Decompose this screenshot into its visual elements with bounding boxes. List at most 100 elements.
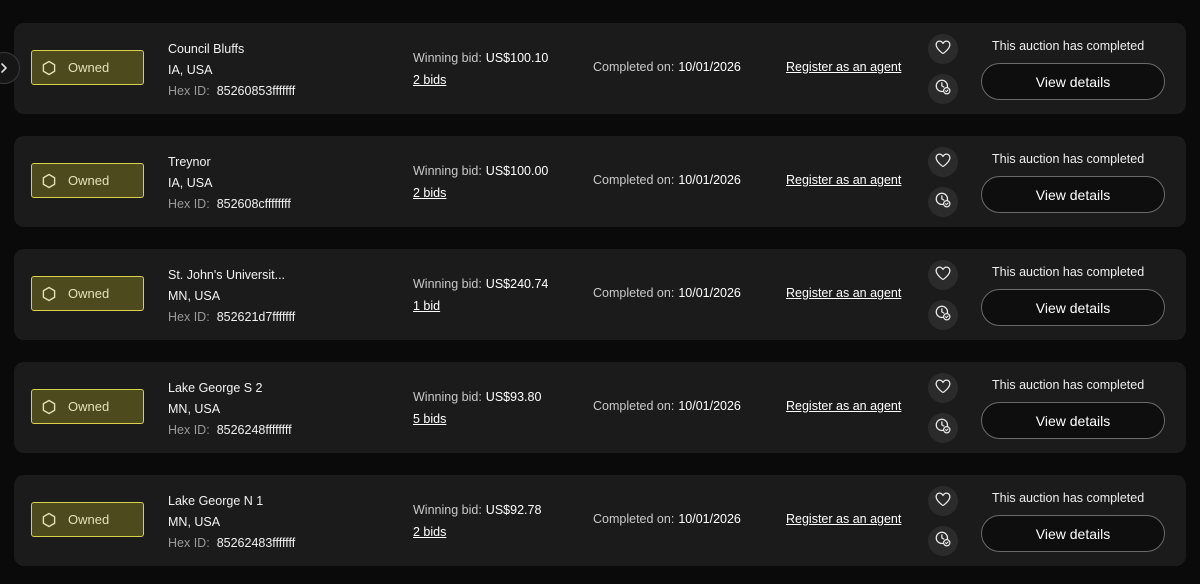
completed-date: 10/01/2026: [678, 60, 741, 74]
register-agent-link[interactable]: Register as an agent: [786, 512, 901, 526]
auction-card: Owned Treynor IA, USA Hex ID: 852608cffff…: [14, 136, 1186, 227]
hexagon-icon: [41, 286, 57, 302]
auction-card: Owned Lake George N 1 MN, USA Hex ID: 852…: [14, 475, 1186, 566]
auction-card: Owned Lake George S 2 MN, USA Hex ID: 852…: [14, 362, 1186, 453]
completed-info: Completed on: 10/01/2026: [593, 399, 741, 413]
register-agent-link[interactable]: Register as an agent: [786, 173, 901, 187]
watch-button[interactable]: [928, 300, 958, 330]
watch-button[interactable]: [928, 526, 958, 556]
favorite-button[interactable]: [928, 147, 958, 177]
owned-badge[interactable]: Owned: [31, 50, 144, 85]
hex-id-label: Hex ID:: [168, 536, 210, 550]
completed-date: 10/01/2026: [678, 512, 741, 526]
auction-list-page: Owned Council Bluffs IA, USA Hex ID: 8526…: [0, 0, 1200, 584]
owned-label: Owned: [68, 286, 110, 301]
bids-link[interactable]: 2 bids: [413, 69, 446, 91]
owned-label: Owned: [68, 173, 110, 188]
hex-id-label: Hex ID:: [168, 197, 210, 211]
winning-bid-value: US$92.78: [485, 503, 542, 517]
bid-info: Winning bid: US$92.78 2 bids: [413, 499, 541, 543]
bids-link[interactable]: 1 bid: [413, 295, 440, 317]
hex-id-value: 8526248ffffffff: [216, 423, 292, 437]
winning-bid-value: US$100.10: [485, 51, 549, 65]
watch-button[interactable]: [928, 74, 958, 104]
hex-id-row: Hex ID: 85262483fffffff: [168, 533, 295, 554]
view-details-button[interactable]: View details: [981, 176, 1165, 213]
owned-badge[interactable]: Owned: [31, 389, 144, 424]
favorite-button[interactable]: [928, 34, 958, 64]
completed-date: 10/01/2026: [678, 286, 741, 300]
hex-id-label: Hex ID:: [168, 310, 210, 324]
heart-icon: [934, 38, 952, 61]
favorite-button[interactable]: [928, 373, 958, 403]
winning-bid-label: Winning bid:: [413, 51, 482, 65]
watch-button[interactable]: [928, 413, 958, 443]
location-name: Lake George S 2: [168, 381, 263, 395]
hex-id-row: Hex ID: 852608cffffffff: [168, 194, 291, 215]
bid-info: Winning bid: US$240.74 1 bid: [413, 273, 548, 317]
bids-link[interactable]: 2 bids: [413, 521, 446, 543]
heart-icon: [934, 490, 952, 513]
heart-icon: [934, 264, 952, 287]
auction-status: This auction has completed: [992, 152, 1145, 166]
location-state: MN, USA: [168, 402, 221, 416]
auction-status: This auction has completed: [992, 491, 1145, 505]
owned-badge[interactable]: Owned: [31, 502, 144, 537]
hex-id-value: 852608cffffffff: [216, 197, 291, 211]
location-name: Council Bluffs: [168, 42, 245, 56]
hex-id-label: Hex ID:: [168, 423, 210, 437]
auction-status: This auction has completed: [992, 378, 1145, 392]
location-info: St. John's Universit... MN, USA Hex ID: 8…: [168, 265, 295, 328]
hex-id-value: 85262483fffffff: [216, 536, 296, 550]
favorite-button[interactable]: [928, 260, 958, 290]
bids-link[interactable]: 5 bids: [413, 408, 446, 430]
location-name: St. John's Universit...: [168, 268, 286, 282]
owned-badge[interactable]: Owned: [31, 163, 144, 198]
register-agent-link[interactable]: Register as an agent: [786, 286, 901, 300]
auction-list: Owned Council Bluffs IA, USA Hex ID: 8526…: [14, 23, 1186, 584]
location-state: IA, USA: [168, 63, 213, 77]
register-agent-link[interactable]: Register as an agent: [786, 399, 901, 413]
watch-icon: [934, 78, 952, 101]
completed-date: 10/01/2026: [678, 399, 741, 413]
completed-info: Completed on: 10/01/2026: [593, 286, 741, 300]
location-state: IA, USA: [168, 176, 213, 190]
hexagon-icon: [41, 399, 57, 415]
winning-bid-value: US$93.80: [485, 390, 542, 404]
location-info: Lake George S 2 MN, USA Hex ID: 8526248ff…: [168, 378, 292, 441]
winning-bid-label: Winning bid:: [413, 164, 482, 178]
watch-icon: [934, 191, 952, 214]
watch-icon: [934, 304, 952, 327]
bids-link[interactable]: 2 bids: [413, 182, 446, 204]
location-info: Treynor IA, USA Hex ID: 852608cffffffff: [168, 152, 291, 215]
hexagon-icon: [41, 60, 57, 76]
location-state: MN, USA: [168, 289, 221, 303]
watch-button[interactable]: [928, 187, 958, 217]
location-state: MN, USA: [168, 515, 221, 529]
auction-card: Owned Council Bluffs IA, USA Hex ID: 8526…: [14, 23, 1186, 114]
completed-label: Completed on:: [593, 512, 675, 526]
owned-badge[interactable]: Owned: [31, 276, 144, 311]
completed-info: Completed on: 10/01/2026: [593, 173, 741, 187]
owned-label: Owned: [68, 512, 110, 527]
watch-icon: [934, 417, 952, 440]
favorite-button[interactable]: [928, 486, 958, 516]
completed-info: Completed on: 10/01/2026: [593, 512, 741, 526]
winning-bid-value: US$240.74: [485, 277, 549, 291]
view-details-button[interactable]: View details: [981, 289, 1165, 326]
location-info: Lake George N 1 MN, USA Hex ID: 85262483f…: [168, 491, 295, 554]
bid-info: Winning bid: US$100.00 2 bids: [413, 160, 548, 204]
view-details-button[interactable]: View details: [981, 515, 1165, 552]
view-details-button[interactable]: View details: [981, 63, 1165, 100]
hex-id-value: 852621d7fffffff: [216, 310, 296, 324]
winning-bid-label: Winning bid:: [413, 390, 482, 404]
location-info: Council Bluffs IA, USA Hex ID: 85260853ff…: [168, 39, 295, 102]
heart-icon: [934, 377, 952, 400]
owned-label: Owned: [68, 60, 110, 75]
auction-status: This auction has completed: [992, 39, 1145, 53]
hex-id-row: Hex ID: 852621d7fffffff: [168, 307, 295, 328]
view-details-button[interactable]: View details: [981, 402, 1165, 439]
hex-id-label: Hex ID:: [168, 84, 210, 98]
winning-bid-label: Winning bid:: [413, 503, 482, 517]
register-agent-link[interactable]: Register as an agent: [786, 60, 901, 74]
